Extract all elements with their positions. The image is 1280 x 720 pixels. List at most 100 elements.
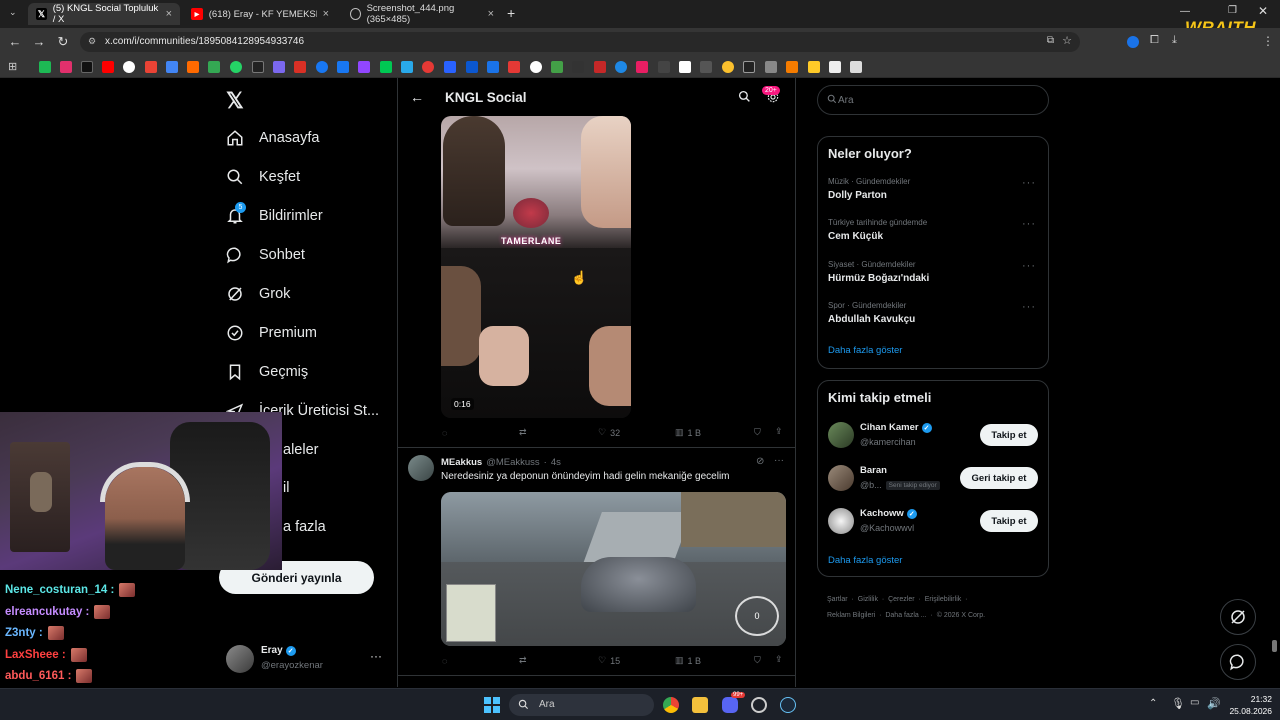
bookmark-icon[interactable]	[166, 61, 178, 73]
extensions-puzzle-icon[interactable]: ⧠	[1150, 34, 1159, 47]
sidebar-item-profile[interactable]: il	[283, 475, 289, 501]
tab-screenshot[interactable]: Screenshot_444.png (365×485) ×	[342, 3, 502, 25]
bookmark-icon[interactable]	[636, 61, 648, 73]
x-logo[interactable]: 𝕏	[226, 88, 244, 114]
avatar[interactable]	[408, 455, 434, 481]
sidebar-item-more[interactable]: a fazla	[283, 514, 326, 540]
bookmark-icon[interactable]	[358, 61, 370, 73]
more-options-icon[interactable]: ···	[370, 649, 382, 663]
footer-link[interactable]: Reklam Bilgileri	[827, 612, 875, 619]
like-button[interactable]: ♡ 32	[598, 427, 620, 438]
install-app-icon[interactable]: ⧉	[1047, 35, 1054, 46]
tab-list-chevron-icon[interactable]: ⌄	[9, 7, 17, 18]
page-scrollbar[interactable]	[1272, 640, 1277, 652]
trend-item[interactable]: Müzik · Gündemdekiler Dolly Parton ···	[818, 175, 1048, 211]
bookmark-icon[interactable]	[658, 61, 670, 73]
windows-start-icon[interactable]	[484, 697, 500, 713]
chrome-icon[interactable]	[663, 697, 679, 713]
views-button[interactable]: ▥ 1 B	[675, 655, 701, 666]
bookmark-icon[interactable]	[294, 61, 306, 73]
taskbar-search-input[interactable]: Ara	[509, 694, 654, 716]
download-icon[interactable]: ⤓	[1172, 34, 1177, 47]
search-icon[interactable]	[738, 90, 751, 108]
sidebar-item-grok[interactable]: Grok	[225, 281, 290, 307]
tab-youtube[interactable]: ▶ (618) Eray - KF YEMEKSEPETINI ×	[183, 3, 337, 25]
avatar[interactable]	[828, 422, 854, 448]
more-options-icon[interactable]: ···	[1022, 260, 1036, 272]
show-more-link[interactable]: Daha fazla göster	[828, 345, 902, 356]
bookmark-icon[interactable]	[594, 61, 606, 73]
steam-icon[interactable]	[780, 697, 796, 713]
views-button[interactable]: ▥ 1 B	[675, 427, 701, 438]
repost-button[interactable]: ⇄	[519, 655, 527, 666]
bookmark-icon[interactable]	[679, 61, 691, 73]
bookmark-icon[interactable]	[380, 61, 392, 73]
share-button[interactable]: ⇪	[775, 426, 783, 437]
avatar[interactable]	[828, 465, 854, 491]
close-tab-icon[interactable]: ×	[488, 8, 494, 20]
footer-link[interactable]: Daha fazla ...	[885, 612, 926, 619]
show-more-link[interactable]: Daha fazla göster	[828, 555, 902, 566]
footer-link[interactable]: Gizlilik	[858, 596, 878, 603]
bookmark-icon[interactable]	[615, 61, 627, 73]
footer-link[interactable]: Çerezler	[888, 596, 914, 603]
back-arrow-icon[interactable]: ←	[410, 89, 424, 105]
bookmark-icon[interactable]	[829, 61, 841, 73]
video-player[interactable]: TAMERLANE 0:16	[441, 116, 631, 418]
author-name[interactable]: MEakkus	[441, 457, 482, 468]
author-handle[interactable]: @MEakkuss	[486, 457, 539, 468]
tray-overflow-icon[interactable]: ⌃	[1149, 698, 1157, 709]
bookmark-icon[interactable]	[401, 61, 413, 73]
footer-link[interactable]: Şartlar	[827, 596, 848, 603]
bookmark-icon[interactable]	[252, 61, 264, 73]
sidebar-item-premium[interactable]: Premium	[225, 320, 317, 346]
bookmark-button[interactable]: ⛉	[754, 427, 761, 438]
back-button[interactable]: ←	[7, 34, 23, 49]
tab-x-community[interactable]: 𝕏 (5) KNGL Social Topluluk / X ×	[28, 3, 180, 25]
bookmark-icon[interactable]	[487, 61, 499, 73]
bookmark-icon[interactable]	[145, 61, 157, 73]
video-player[interactable]: 0	[441, 492, 786, 646]
bookmark-icon[interactable]	[551, 61, 563, 73]
reply-button[interactable]: ◌	[442, 656, 447, 666]
share-button[interactable]: ⇪	[775, 654, 783, 665]
bookmark-icon[interactable]	[81, 61, 93, 73]
follow-button[interactable]: Takip et	[980, 424, 1038, 446]
trend-item[interactable]: Siyaset · Gündemdekiler Hürmüz Boğazı'nd…	[818, 258, 1048, 294]
bookmark-icon[interactable]	[850, 61, 862, 73]
sidebar-item-bookmarks[interactable]: Geçmiş	[225, 359, 308, 385]
site-info-icon[interactable]: ⚙	[88, 36, 96, 47]
grok-fab-button[interactable]	[1220, 599, 1256, 635]
account-name[interactable]: Cihan Kamer ✓	[860, 422, 932, 433]
url-field[interactable]: ⚙ x.com/i/communities/189508412895493374…	[80, 32, 1080, 52]
forward-button[interactable]: →	[31, 34, 47, 49]
close-tab-icon[interactable]: ×	[166, 8, 172, 20]
bookmark-icon[interactable]	[208, 61, 220, 73]
file-explorer-icon[interactable]	[692, 697, 708, 713]
more-options-icon[interactable]: ···	[1022, 301, 1036, 313]
bookmark-icon[interactable]	[722, 61, 734, 73]
menu-kebab-icon[interactable]: ⋮	[1262, 34, 1274, 48]
bookmark-icon[interactable]	[230, 61, 242, 73]
bookmark-icon[interactable]	[316, 61, 328, 73]
minimize-button[interactable]: —	[1180, 6, 1190, 17]
close-window-button[interactable]: ✕	[1258, 4, 1268, 18]
bookmark-icon[interactable]	[808, 61, 820, 73]
like-button[interactable]: ♡ 15	[598, 655, 620, 666]
bookmark-icon[interactable]	[60, 61, 72, 73]
bookmark-icon[interactable]	[765, 61, 777, 73]
bookmark-icon[interactable]	[123, 61, 135, 73]
more-options-icon[interactable]: ···	[774, 455, 784, 466]
bookmark-icon[interactable]	[337, 61, 349, 73]
trend-item[interactable]: Türkiye tarihinde gündemde Cem Küçük ···	[818, 216, 1048, 252]
bookmark-button[interactable]: ⛉	[754, 655, 761, 666]
account-name[interactable]: Baran	[860, 465, 887, 476]
bookmark-icon[interactable]	[273, 61, 285, 73]
bookmark-icon[interactable]	[508, 61, 520, 73]
bookmark-icon[interactable]	[786, 61, 798, 73]
close-tab-icon[interactable]: ×	[323, 8, 329, 20]
bookmark-icon[interactable]	[466, 61, 478, 73]
bookmark-icon[interactable]	[444, 61, 456, 73]
account-name[interactable]: Kachoww ✓	[860, 508, 917, 519]
footer-link[interactable]: Erişilebilirlik	[925, 596, 962, 603]
